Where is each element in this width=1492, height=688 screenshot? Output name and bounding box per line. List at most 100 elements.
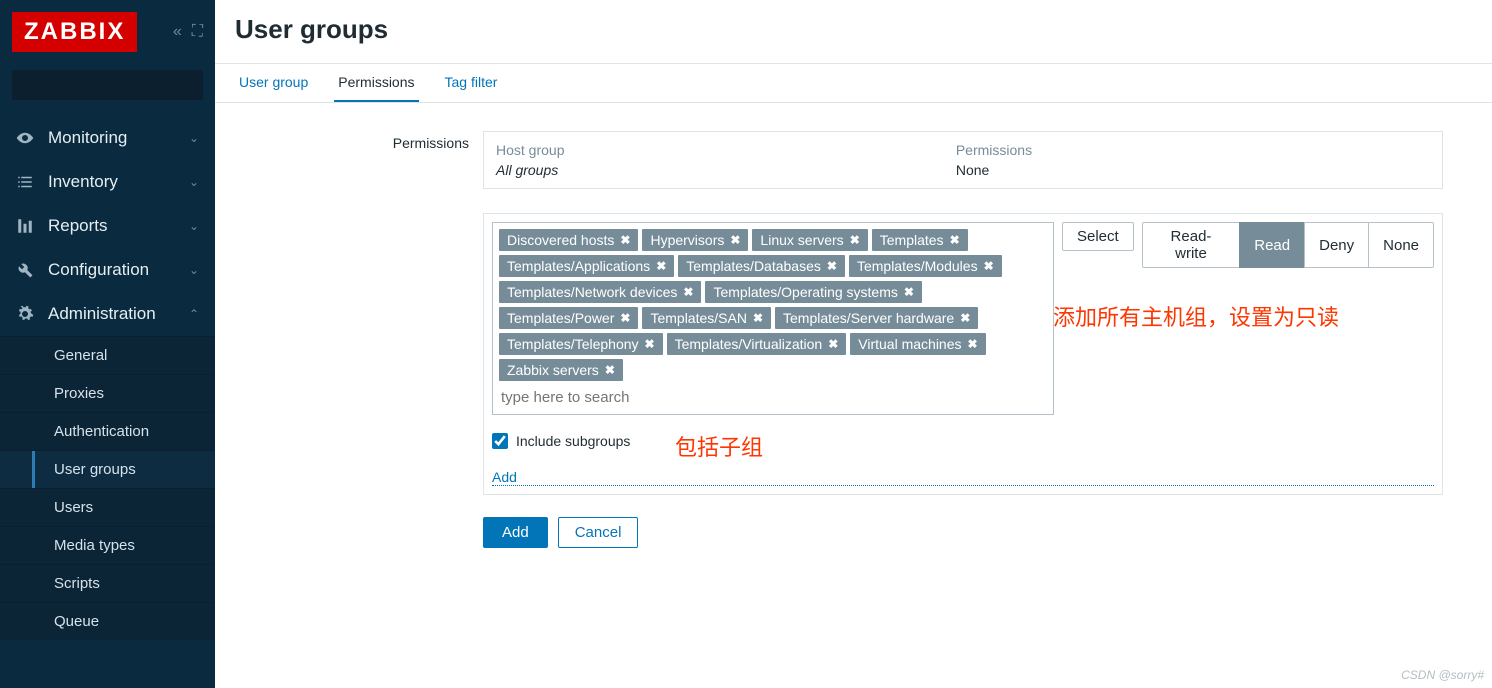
hostgroup-tag[interactable]: Templates ✖ xyxy=(872,229,968,251)
tag-label: Templates/Telephony xyxy=(507,336,639,352)
tag-label: Templates/Databases xyxy=(686,258,821,274)
search-input[interactable] xyxy=(20,78,197,93)
remove-tag-icon[interactable]: ✖ xyxy=(904,285,914,299)
tag-label: Templates/Applications xyxy=(507,258,650,274)
perm-readwrite-button[interactable]: Read-write xyxy=(1142,222,1241,268)
hostgroup-tag[interactable]: Hypervisors ✖ xyxy=(642,229,748,251)
tab-tag-filter[interactable]: Tag filter xyxy=(441,64,502,102)
tag-label: Templates/Server hardware xyxy=(783,310,954,326)
tag-label: Linux servers xyxy=(760,232,843,248)
nav-item-monitoring[interactable]: Monitoring ⌄ xyxy=(0,116,215,160)
remove-tag-icon[interactable]: ✖ xyxy=(984,259,994,273)
nav-item-reports[interactable]: Reports ⌄ xyxy=(0,204,215,248)
remove-tag-icon[interactable]: ✖ xyxy=(620,311,630,325)
page-title: User groups xyxy=(215,0,1492,63)
chevron-down-icon: ⌄ xyxy=(189,263,199,277)
chevron-down-icon: ⌄ xyxy=(189,175,199,189)
tag-label: Discovered hosts xyxy=(507,232,614,248)
hostgroup-tag[interactable]: Discovered hosts ✖ xyxy=(499,229,638,251)
sidebar-item-users[interactable]: Users xyxy=(0,488,215,526)
remove-tag-icon[interactable]: ✖ xyxy=(827,259,837,273)
hostgroup-tag[interactable]: Templates/Operating systems ✖ xyxy=(705,281,921,303)
tag-label: Templates/SAN xyxy=(650,310,746,326)
collapse-icon[interactable]: « xyxy=(173,23,182,41)
remove-tag-icon[interactable]: ✖ xyxy=(828,337,838,351)
hostgroup-tag[interactable]: Linux servers ✖ xyxy=(752,229,867,251)
add-link[interactable]: Add xyxy=(492,469,1434,486)
remove-tag-icon[interactable]: ✖ xyxy=(960,311,970,325)
hostgroup-tag[interactable]: Templates/Power ✖ xyxy=(499,307,638,329)
nav-item-inventory[interactable]: Inventory ⌄ xyxy=(0,160,215,204)
hostgroup-search-input[interactable] xyxy=(497,383,1049,414)
nav-label: Inventory xyxy=(48,172,118,192)
logo: ZABBIX xyxy=(12,12,137,52)
watermark: CSDN @sorry# xyxy=(1401,668,1484,682)
fullscreen-icon[interactable]: ⛶ xyxy=(192,23,203,41)
hostgroup-permission-editor: Discovered hosts ✖Hypervisors ✖Linux ser… xyxy=(483,213,1443,495)
tag-label: Templates/Operating systems xyxy=(713,284,897,300)
remove-tag-icon[interactable]: ✖ xyxy=(645,337,655,351)
cell-hostgroup: All groups xyxy=(484,160,944,188)
hostgroup-tag[interactable]: Templates/Virtualization ✖ xyxy=(667,333,847,355)
include-subgroups-label: Include subgroups xyxy=(516,433,630,449)
select-button[interactable]: Select xyxy=(1062,222,1134,251)
remove-tag-icon[interactable]: ✖ xyxy=(950,233,960,247)
perm-deny-button[interactable]: Deny xyxy=(1304,222,1369,268)
cell-permissions: None xyxy=(944,160,1442,188)
add-button[interactable]: Add xyxy=(483,517,548,548)
search-box[interactable] xyxy=(12,70,203,100)
hostgroup-tag[interactable]: Virtual machines ✖ xyxy=(850,333,985,355)
sidebar-item-media-types[interactable]: Media types xyxy=(0,526,215,564)
hostgroup-tag[interactable]: Templates/Applications ✖ xyxy=(499,255,674,277)
nav-item-configuration[interactable]: Configuration ⌄ xyxy=(0,248,215,292)
include-subgroups-checkbox[interactable] xyxy=(492,433,508,449)
perm-none-button[interactable]: None xyxy=(1368,222,1434,268)
chevron-down-icon: ⌄ xyxy=(189,219,199,233)
tag-label: Templates/Network devices xyxy=(507,284,677,300)
tag-label: Templates/Modules xyxy=(857,258,978,274)
tab-permissions[interactable]: Permissions xyxy=(334,64,418,102)
tag-label: Virtual machines xyxy=(858,336,961,352)
cancel-button[interactable]: Cancel xyxy=(558,517,639,548)
remove-tag-icon[interactable]: ✖ xyxy=(968,337,978,351)
nav-label: Administration xyxy=(48,304,156,324)
hostgroup-tag[interactable]: Zabbix servers ✖ xyxy=(499,359,623,381)
sidebar-item-queue[interactable]: Queue xyxy=(0,602,215,640)
tab-user-group[interactable]: User group xyxy=(235,64,312,102)
sidebar-item-proxies[interactable]: Proxies xyxy=(0,374,215,412)
hostgroup-tag[interactable]: Templates/Server hardware ✖ xyxy=(775,307,978,329)
remove-tag-icon[interactable]: ✖ xyxy=(620,233,630,247)
remove-tag-icon[interactable]: ✖ xyxy=(683,285,693,299)
tag-label: Templates/Power xyxy=(507,310,614,326)
sidebar-item-scripts[interactable]: Scripts xyxy=(0,564,215,602)
nav-label: Configuration xyxy=(48,260,149,280)
nav-label: Monitoring xyxy=(48,128,127,148)
main-content: User groups User group Permissions Tag fil… xyxy=(215,0,1492,688)
hostgroup-tag[interactable]: Templates/Databases ✖ xyxy=(678,255,845,277)
tag-label: Hypervisors xyxy=(650,232,724,248)
hostgroup-tag[interactable]: Templates/Telephony ✖ xyxy=(499,333,663,355)
hostgroup-tag[interactable]: Templates/Network devices ✖ xyxy=(499,281,701,303)
col-hostgroup: Host group xyxy=(484,132,944,160)
hostgroup-tag[interactable]: Templates/SAN ✖ xyxy=(642,307,771,329)
tabs-bar: User group Permissions Tag filter xyxy=(215,63,1492,103)
sidebar: ZABBIX « ⛶ Monitoring ⌄ Inventory ⌄ Reports ⌄… xyxy=(0,0,215,688)
tag-label: Templates xyxy=(880,232,944,248)
nav-label: Reports xyxy=(48,216,108,236)
hostgroup-multiselect[interactable]: Discovered hosts ✖Hypervisors ✖Linux ser… xyxy=(492,222,1054,415)
hostgroup-tag[interactable]: Templates/Modules ✖ xyxy=(849,255,1002,277)
nav-item-administration[interactable]: Administration⌃ xyxy=(0,292,215,336)
permissions-summary-table: Host group Permissions All groups None xyxy=(483,131,1443,189)
perm-read-button[interactable]: Read xyxy=(1239,222,1305,268)
remove-tag-icon[interactable]: ✖ xyxy=(730,233,740,247)
permissions-label: Permissions xyxy=(229,131,483,548)
chevron-down-icon: ⌄ xyxy=(189,131,199,145)
remove-tag-icon[interactable]: ✖ xyxy=(605,363,615,377)
sidebar-item-general[interactable]: General xyxy=(0,336,215,374)
sidebar-item-user-groups[interactable]: User groups xyxy=(0,450,215,488)
remove-tag-icon[interactable]: ✖ xyxy=(656,259,666,273)
sidebar-item-authentication[interactable]: Authentication xyxy=(0,412,215,450)
tag-label: Zabbix servers xyxy=(507,362,599,378)
remove-tag-icon[interactable]: ✖ xyxy=(850,233,860,247)
remove-tag-icon[interactable]: ✖ xyxy=(753,311,763,325)
